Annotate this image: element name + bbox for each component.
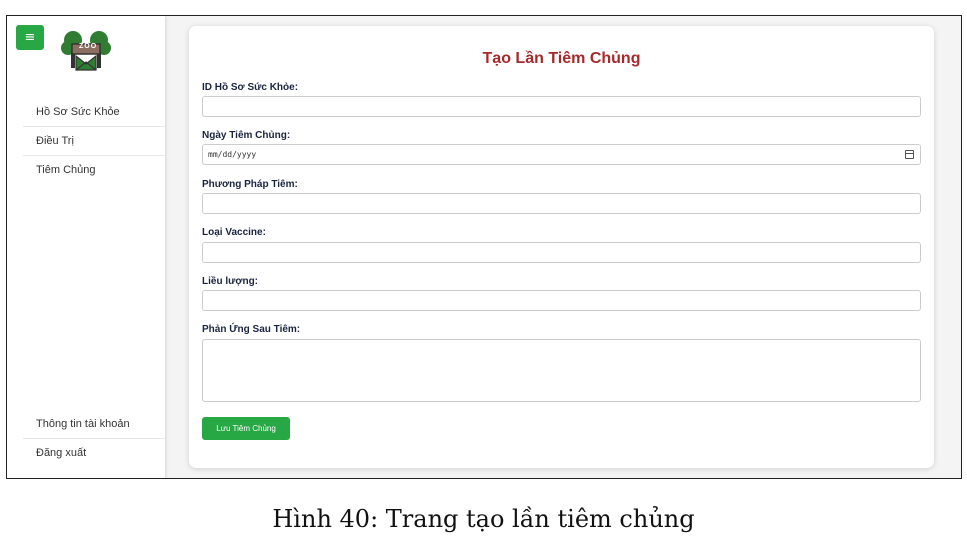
figure-caption: Hình 40: Trang tạo lần tiêm chủng (272, 505, 695, 533)
hamburger-menu-button[interactable]: ≡ (16, 25, 44, 50)
injection-method-input[interactable] (202, 193, 921, 214)
sidebar-item-health-records[interactable]: Hồ Sơ Sức Khỏe (23, 98, 165, 127)
dosage-label: Liều lượng: (202, 276, 259, 287)
vaccine-type-input[interactable] (202, 242, 921, 263)
health-record-id-label: ID Hồ Sơ Sức Khỏe: (202, 82, 299, 93)
vaccine-type-label: Loại Vaccine: (202, 227, 266, 238)
vaccination-form-card: Tạo Lần Tiêm Chủng ID Hồ Sơ Sức Khỏe: Ng… (189, 26, 934, 468)
app-window: ≡ ZOO Hồ Sơ Sức Khỏe Điều Trị Tiêm Chủng… (6, 15, 962, 479)
sidebar-item-logout[interactable]: Đăng xuất (23, 439, 165, 468)
vaccination-date-input[interactable]: mm/dd/yyyy (202, 144, 921, 165)
vaccination-date-label: Ngày Tiêm Chủng: (202, 130, 291, 141)
calendar-icon[interactable] (905, 150, 914, 159)
zoo-logo-icon: ZOO (59, 24, 113, 78)
injection-method-label: Phương Pháp Tiêm: (202, 179, 298, 190)
sidebar-item-vaccination[interactable]: Tiêm Chủng (23, 156, 165, 185)
post-injection-reaction-textarea[interactable] (202, 339, 921, 402)
sidebar: ≡ ZOO Hồ Sơ Sức Khỏe Điều Trị Tiêm Chủng… (7, 16, 165, 478)
sidebar-item-treatment[interactable]: Điều Trị (23, 127, 165, 156)
dosage-input[interactable] (202, 290, 921, 311)
date-placeholder: mm/dd/yyyy (208, 150, 257, 159)
logo-text: ZOO (79, 43, 98, 50)
page-title: Tạo Lần Tiêm Chủng (482, 50, 641, 67)
save-vaccination-button[interactable]: Lưu Tiêm Chủng (202, 417, 290, 440)
post-injection-reaction-label: Phản Ứng Sau Tiêm: (202, 324, 301, 335)
health-record-id-input[interactable] (202, 96, 921, 117)
sidebar-item-account-info[interactable]: Thông tin tài khoản (23, 410, 165, 439)
